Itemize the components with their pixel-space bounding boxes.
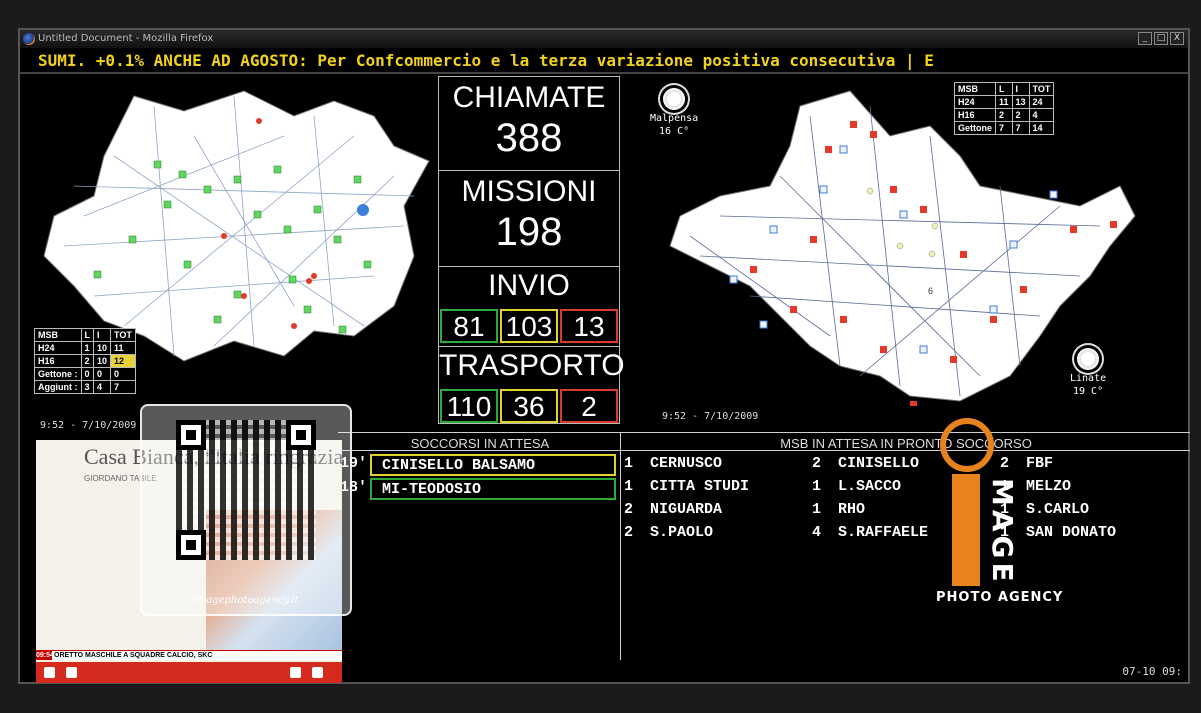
fullscreen-icon[interactable]	[312, 667, 323, 678]
invio-red: 13	[560, 309, 618, 343]
weather-city: Malpensa	[650, 113, 699, 124]
bottom-clock: 07-10 09:	[1122, 665, 1182, 678]
minimize-button[interactable]: _	[1138, 32, 1152, 45]
msb-attesa-title: MSB IN ATTESA IN PRONTO SOCCORSO	[780, 436, 1032, 451]
play-icon[interactable]	[44, 667, 55, 678]
firefox-icon	[23, 33, 35, 45]
soccorsi-title: SOCCORSI IN ATTESA	[410, 436, 550, 451]
news-ticker: SUMI. +0.1% ANCHE AD AGOSTO: Per Confcom…	[20, 48, 1188, 74]
sun-icon	[1077, 348, 1100, 370]
msb-column-1: 1 CERNUSCO 1 CITTA STUDI 2 NIGUARDA 2 S.PAOL…	[624, 455, 750, 541]
trasporto-label: TRASPORTO	[439, 349, 625, 382]
zone-label: 6	[928, 286, 933, 296]
weather-city: Linate	[1070, 373, 1107, 384]
qr-watermark: imagephotoagency.it	[140, 404, 352, 616]
logo-bar	[952, 474, 980, 586]
left-msb-legend: MSB L I TOT H24 1 10 11 H16 2 10 12 Gettone :000 …	[34, 328, 136, 394]
msb-column-2: 2 CINISELLO 1 L.SACCO 1 RHO 4 S.RAFFAELE	[812, 455, 929, 541]
close-button[interactable]: X	[1170, 32, 1184, 45]
stop-icon[interactable]	[66, 667, 77, 678]
right-map-timestamp: 9:52 - 7/10/2009	[662, 411, 759, 422]
trasporto-red: 2	[560, 389, 618, 423]
weather-temp: 19 C°	[1073, 386, 1104, 397]
maximize-button[interactable]: □	[1154, 32, 1168, 45]
logo-agency: PHOTO AGENCY	[936, 590, 1064, 605]
soccorso-row[interactable]: 18' MI-TEODOSIO	[340, 478, 618, 500]
chiamate-block: CHIAMATE 388	[439, 77, 619, 171]
chiamate-label: CHIAMATE	[452, 81, 606, 114]
stats-panel: CHIAMATE 388 MISSIONI 198 INVIO 81 103 1…	[438, 76, 625, 425]
weather-temp: 16 C°	[659, 126, 690, 137]
trasporto-block: TRASPORTO 110 36 2	[439, 347, 625, 425]
chiamate-value: 388	[495, 116, 563, 160]
trasporto-yellow: 36	[500, 389, 558, 423]
left-map-timestamp: 9:52 - 7/10/2009	[40, 420, 137, 431]
info-icon[interactable]	[357, 204, 369, 216]
missioni-label: MISSIONI	[461, 175, 597, 208]
missioni-block: MISSIONI 198	[439, 171, 619, 267]
invio-block: INVIO 81 103 13	[439, 267, 619, 347]
soccorso-row[interactable]: 19' CINISELLO BALSAMO	[340, 454, 618, 476]
video-player-bar	[36, 662, 342, 683]
invio-label: INVIO	[488, 269, 570, 302]
province-map: 6	[669, 90, 1136, 406]
invio-green: 81	[440, 309, 498, 343]
logo-word: MAGE	[986, 478, 1019, 586]
logo-circle	[940, 418, 994, 472]
invio-yellow: 103	[500, 309, 558, 343]
video-ticker: 09:54 ORETTO MASCHILE A SQUADRE CALCIO, S…	[36, 650, 342, 660]
qr-url: imagephotoagency.it	[193, 595, 299, 606]
divider	[620, 432, 621, 660]
weather-malpensa: Malpensa 16 C°	[650, 88, 698, 138]
trasporto-green: 110	[440, 389, 498, 423]
right-msb-legend: MSB L I TOT H24 11 13 24 H16 2 2 4 Gettone 7 7 14	[953, 82, 1055, 135]
missioni-value: 198	[495, 210, 563, 254]
image-agency-logo: MAGE PHOTO AGENCY	[922, 418, 1072, 632]
window-title: Untitled Document - Mozilla Firefox	[38, 33, 214, 44]
volume-icon[interactable]	[290, 667, 301, 678]
weather-linate: Linate 19 C°	[1070, 348, 1106, 398]
sun-icon	[663, 88, 686, 110]
window-titlebar: Untitled Document - Mozilla Firefox _ □ …	[20, 30, 1188, 48]
